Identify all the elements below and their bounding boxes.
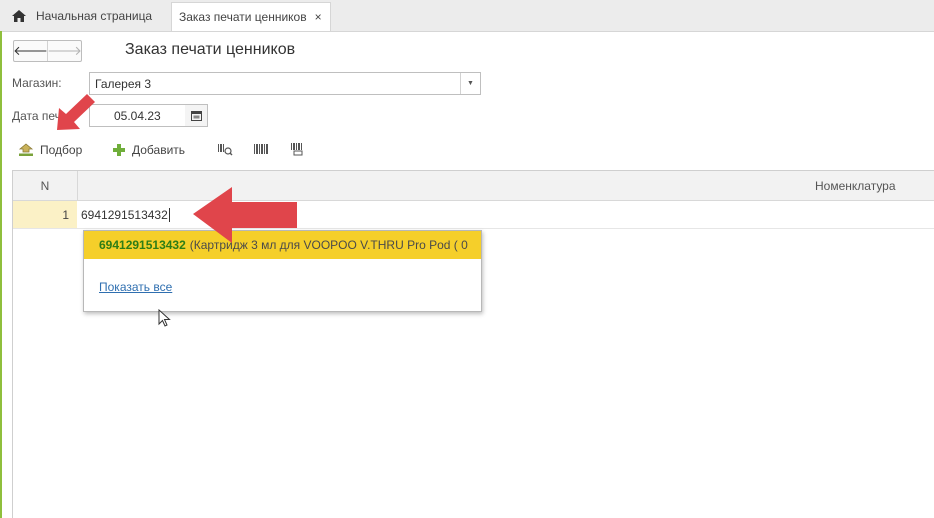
- store-value: Галерея 3: [95, 77, 152, 91]
- tab-home[interactable]: Начальная страница: [4, 2, 164, 30]
- print-date-value: 05.04.23: [114, 109, 161, 123]
- store-select[interactable]: Галерея 3 ▼: [89, 72, 481, 95]
- select-label: Подбор: [40, 143, 83, 157]
- table-row[interactable]: 1 6941291513432: [13, 201, 934, 229]
- nav-buttons: 🡐 🡒: [13, 40, 82, 62]
- calendar-glyph: [190, 110, 202, 121]
- back-arrow-icon[interactable]: 🡐: [13, 41, 48, 61]
- add-button[interactable]: Добавить: [112, 141, 185, 159]
- tab-bar: Начальная страница Заказ печати ценников…: [0, 0, 934, 32]
- barcode-print-icon[interactable]: [290, 141, 306, 157]
- plus-icon: [113, 144, 125, 156]
- print-date-input[interactable]: 05.04.23: [89, 104, 186, 127]
- column-header-nomenclature[interactable]: Номенклатура: [815, 179, 896, 193]
- window-edge: [0, 31, 2, 518]
- store-label: Магазин:: [12, 76, 62, 90]
- tab-price-tag-order[interactable]: Заказ печати ценников ×: [171, 2, 331, 31]
- nomenclature-input-value: 6941291513432: [81, 207, 170, 222]
- items-table: N Номенклатура 1 6941291513432: [12, 170, 934, 518]
- annotation-arrow-icon: [193, 187, 297, 243]
- add-label: Добавить: [132, 143, 186, 157]
- forward-arrow-icon[interactable]: 🡒: [47, 41, 82, 61]
- show-all-link[interactable]: Показать все: [99, 280, 172, 294]
- suggestion-code: 6941291513432: [99, 238, 186, 252]
- tab-order-label: Заказ печати ценников: [179, 10, 307, 24]
- column-header-n[interactable]: N: [13, 171, 78, 200]
- barcode-search-icon[interactable]: [217, 141, 233, 157]
- table-header: N Номенклатура: [13, 171, 934, 201]
- tab-home-label: Начальная страница: [36, 9, 153, 23]
- select-icon: [18, 143, 34, 156]
- dropdown-arrow-icon[interactable]: ▼: [460, 73, 480, 94]
- home-icon: [12, 10, 26, 22]
- select-button[interactable]: Подбор: [18, 141, 82, 159]
- page-title: Заказ печати ценников: [125, 41, 296, 58]
- mouse-cursor-icon: [158, 309, 171, 327]
- row-number: 1: [13, 201, 77, 228]
- calendar-icon[interactable]: [185, 104, 208, 127]
- annotation-arrow-small-icon: [57, 94, 95, 130]
- close-icon[interactable]: ×: [315, 10, 322, 24]
- barcode-icon[interactable]: [253, 141, 269, 157]
